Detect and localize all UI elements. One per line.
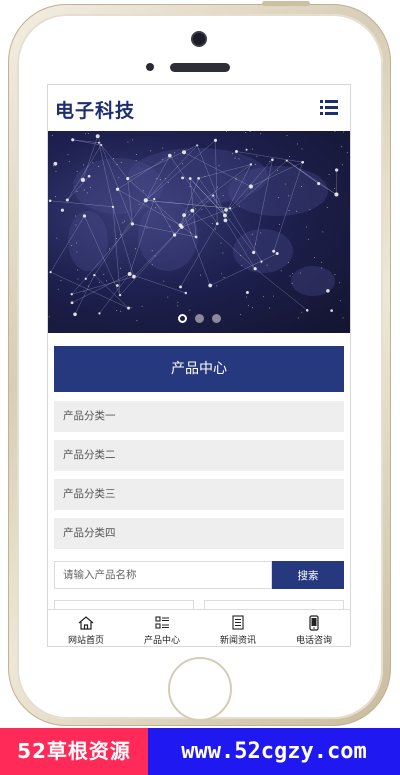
product-search-input[interactable]: [54, 561, 272, 589]
product-center-heading: 产品中心: [54, 346, 344, 392]
carousel-dot[interactable]: [194, 314, 204, 323]
watermark-brand: 52草根资源: [0, 728, 148, 775]
carousel-dots: [48, 314, 350, 323]
bottom-nav: 网站首页 产品中心 新闻资讯 电话咨询: [48, 609, 350, 646]
app-header: 电子科技: [48, 85, 350, 131]
proximity-sensor: [146, 63, 154, 71]
home-button[interactable]: [168, 657, 232, 721]
site-title[interactable]: 电子科技: [55, 96, 135, 123]
earpiece-speaker: [170, 63, 230, 72]
front-camera: [193, 33, 205, 45]
phone-screen: 电子科技 产品中心 产品分类一 产品分类二 产品分类三 产品分类四 搜索 网站首…: [47, 84, 351, 647]
menu-list-icon[interactable]: [320, 100, 338, 116]
home-icon: [78, 616, 94, 630]
category-item[interactable]: 产品分类三: [54, 479, 344, 510]
nav-label: 产品中心: [143, 636, 180, 646]
category-item[interactable]: 产品分类一: [54, 401, 344, 432]
search-button[interactable]: 搜索: [272, 561, 344, 589]
carousel-dot[interactable]: [177, 314, 187, 323]
product-list-icon: [155, 616, 169, 629]
world-network-map-image: [48, 131, 348, 322]
carousel-dot[interactable]: [211, 314, 221, 323]
news-document-icon: [232, 615, 244, 630]
nav-item-news[interactable]: 新闻资讯: [200, 610, 276, 646]
phone-icon: [309, 615, 319, 631]
watermark-banner: 52草根资源 www.52cgzy.com: [0, 728, 400, 775]
nav-item-phone[interactable]: 电话咨询: [276, 610, 350, 646]
nav-label: 电话咨询: [295, 636, 332, 646]
power-button: [262, 1, 310, 6]
nav-label: 新闻资讯: [219, 636, 256, 646]
category-item[interactable]: 产品分类四: [54, 518, 344, 549]
hero-banner-carousel[interactable]: [48, 131, 350, 333]
category-item[interactable]: 产品分类二: [54, 440, 344, 471]
nav-item-home[interactable]: 网站首页: [48, 610, 124, 646]
nav-label: 网站首页: [67, 636, 104, 646]
watermark-url: www.52cgzy.com: [148, 728, 400, 775]
nav-item-products[interactable]: 产品中心: [124, 610, 200, 646]
